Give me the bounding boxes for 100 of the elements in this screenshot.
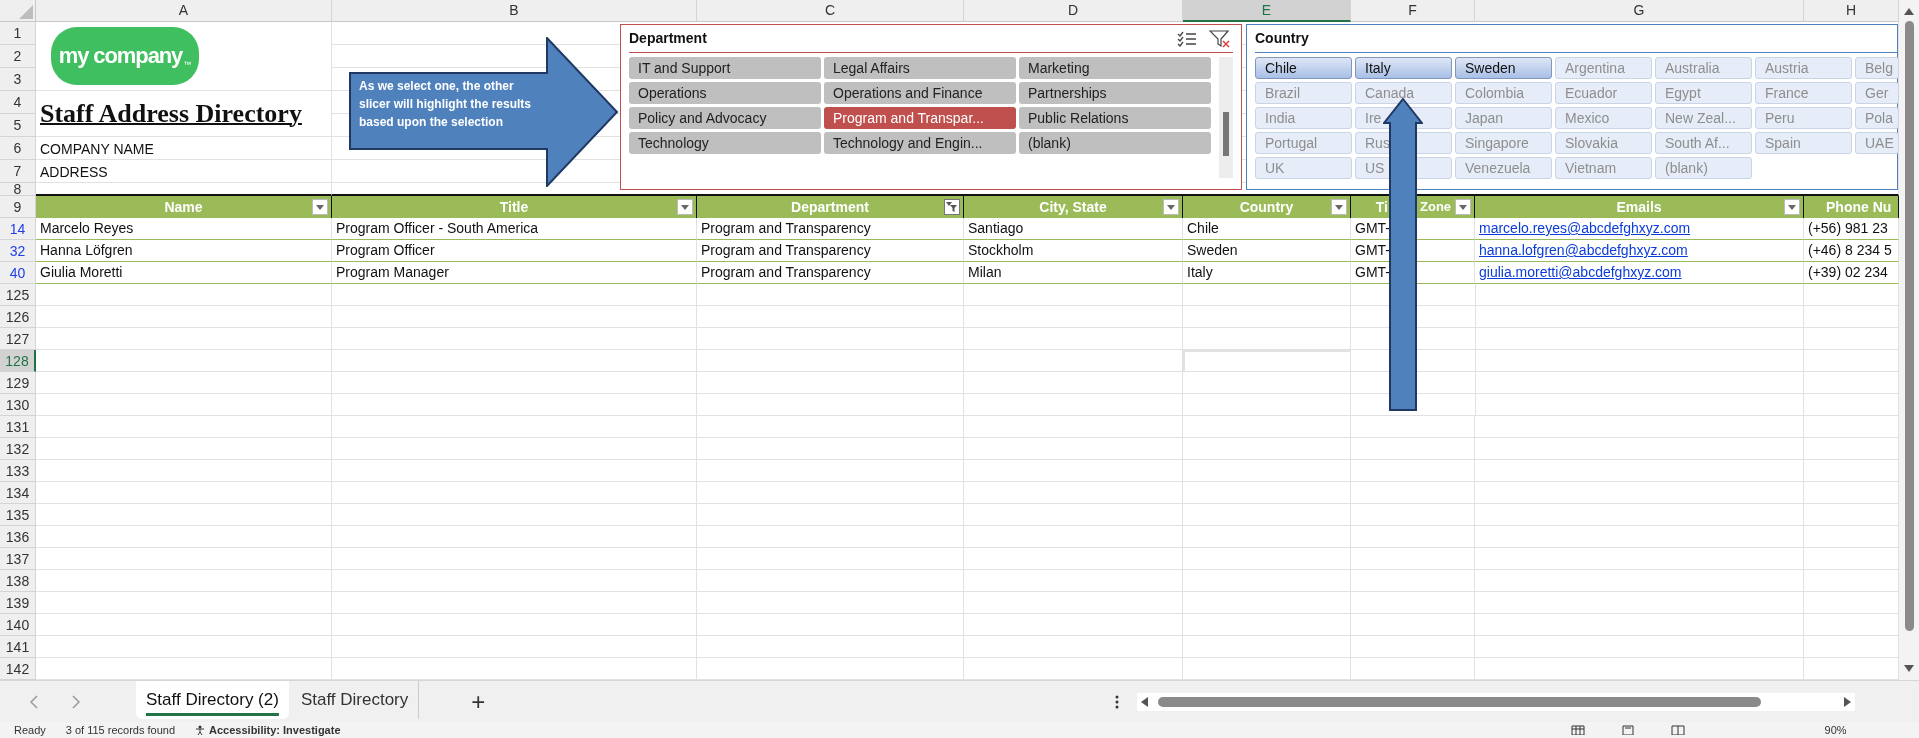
empty-cell[interactable] [1475, 526, 1804, 548]
scroll-down-icon[interactable] [1904, 665, 1914, 672]
row-header[interactable]: 7 [0, 160, 36, 183]
select-all-icon[interactable] [19, 5, 33, 19]
slicer-item[interactable]: Program and Transpar... [824, 107, 1016, 129]
empty-cell[interactable] [332, 372, 697, 394]
page-layout-icon[interactable] [1620, 725, 1635, 735]
empty-cell[interactable] [1475, 372, 1804, 394]
vertical-scrollbar[interactable] [1899, 0, 1919, 680]
table-cell[interactable]: Chile [1183, 218, 1351, 240]
empty-cell[interactable] [964, 416, 1183, 438]
empty-cell[interactable] [697, 504, 964, 526]
slicer-item[interactable]: Public Relations [1019, 107, 1211, 129]
email-link[interactable]: giulia.moretti@abcdefghxyz.com [1479, 262, 1682, 283]
sheet-tab[interactable]: Staff Directory (2) [136, 681, 289, 719]
row-header[interactable]: 139 [0, 592, 36, 614]
empty-cell[interactable] [1183, 394, 1351, 416]
empty-cell[interactable] [1183, 482, 1351, 504]
row-header[interactable]: 138 [0, 570, 36, 592]
table-cell[interactable]: Program and Transparency [697, 240, 964, 262]
empty-cell[interactable] [332, 614, 697, 636]
empty-cell[interactable] [1183, 570, 1351, 592]
slicer-item[interactable]: Technology and Engin... [824, 132, 1016, 154]
empty-cell[interactable] [1475, 460, 1804, 482]
empty-cell[interactable] [1183, 284, 1351, 306]
table-cell[interactable]: Program and Transparency [697, 262, 964, 284]
row-header[interactable]: 4 [0, 91, 36, 114]
more-options-icon[interactable] [1115, 694, 1120, 709]
empty-cell[interactable] [1351, 482, 1475, 504]
empty-cell[interactable] [1475, 306, 1804, 328]
column-header[interactable]: E [1183, 0, 1351, 22]
row-header[interactable]: 136 [0, 526, 36, 548]
empty-cell[interactable] [1183, 548, 1351, 570]
filter-dropdown-button[interactable] [1331, 199, 1347, 215]
empty-cell[interactable] [332, 416, 697, 438]
page-break-icon[interactable] [1670, 725, 1685, 735]
empty-cell[interactable] [697, 328, 964, 350]
row-header[interactable]: 126 [0, 306, 36, 328]
filter-dropdown-button[interactable] [677, 199, 693, 215]
multi-select-icon[interactable] [1177, 30, 1197, 47]
empty-cell[interactable] [1183, 636, 1351, 658]
column-header[interactable]: D [964, 0, 1183, 22]
slicer-item[interactable]: Sweden [1455, 57, 1552, 79]
row-header[interactable]: 132 [0, 438, 36, 460]
empty-cell[interactable] [332, 592, 697, 614]
table-cell[interactable]: Giulia Moretti [36, 262, 332, 284]
row-header[interactable]: 9 [0, 196, 36, 218]
empty-cell[interactable] [697, 570, 964, 592]
sheet-title[interactable]: Staff Address Directory [36, 91, 332, 137]
empty-cell[interactable] [1183, 460, 1351, 482]
table-cell[interactable]: Italy [1183, 262, 1351, 284]
empty-cell[interactable] [332, 570, 697, 592]
empty-cell[interactable] [1475, 482, 1804, 504]
column-header[interactable]: B [332, 0, 697, 22]
filter-dropdown-button[interactable] [312, 199, 328, 215]
row-header[interactable]: 134 [0, 482, 36, 504]
zoom-level[interactable]: 90% [1824, 723, 1847, 737]
accessibility-icon[interactable] [195, 725, 206, 735]
table-cell[interactable]: Milan [964, 262, 1183, 284]
empty-cell[interactable] [697, 306, 964, 328]
empty-cell[interactable] [1475, 592, 1804, 614]
empty-cell[interactable] [964, 636, 1183, 658]
horizontal-scrollbar[interactable] [1137, 692, 1856, 711]
filter-dropdown-button[interactable] [1455, 199, 1471, 215]
table-cell[interactable]: Hanna Löfgren [36, 240, 332, 262]
slicer-item[interactable]: Chile [1255, 57, 1352, 79]
empty-cell[interactable] [332, 350, 697, 372]
column-header[interactable]: H [1804, 0, 1899, 22]
empty-cell[interactable] [1351, 636, 1475, 658]
empty-cell[interactable] [332, 504, 697, 526]
empty-cell[interactable] [964, 592, 1183, 614]
table-cell[interactable]: Sweden [1183, 240, 1351, 262]
scroll-up-icon[interactable] [1904, 8, 1914, 15]
slicer-item[interactable]: Italy [1355, 57, 1452, 79]
table-cell[interactable]: Marcelo Reyes [36, 218, 332, 240]
empty-cell[interactable] [964, 438, 1183, 460]
empty-cell[interactable] [697, 460, 964, 482]
row-header[interactable]: 32 [0, 240, 36, 262]
row-header[interactable]: 135 [0, 504, 36, 526]
row-header[interactable]: 6 [0, 137, 36, 160]
row-header[interactable]: 5 [0, 114, 36, 137]
empty-cell[interactable] [964, 350, 1183, 372]
empty-cell[interactable] [332, 460, 697, 482]
scroll-left-icon[interactable] [1141, 696, 1149, 707]
empty-cell[interactable] [332, 328, 697, 350]
empty-cell[interactable] [332, 482, 697, 504]
empty-cell[interactable] [1183, 504, 1351, 526]
normal-view-icon[interactable] [1570, 725, 1585, 735]
empty-cell[interactable] [1183, 438, 1351, 460]
table-cell[interactable]: Santiago [964, 218, 1183, 240]
empty-cell[interactable] [1475, 570, 1804, 592]
table-cell[interactable]: Program Officer - South America [332, 218, 697, 240]
slicer-scrollbar[interactable] [1219, 57, 1233, 178]
empty-cell[interactable] [964, 526, 1183, 548]
empty-cell[interactable] [697, 372, 964, 394]
next-sheet-icon[interactable] [72, 694, 80, 709]
empty-cell[interactable] [697, 592, 964, 614]
empty-cell[interactable] [1475, 438, 1804, 460]
empty-cell[interactable] [1475, 416, 1804, 438]
empty-cell[interactable] [332, 548, 697, 570]
